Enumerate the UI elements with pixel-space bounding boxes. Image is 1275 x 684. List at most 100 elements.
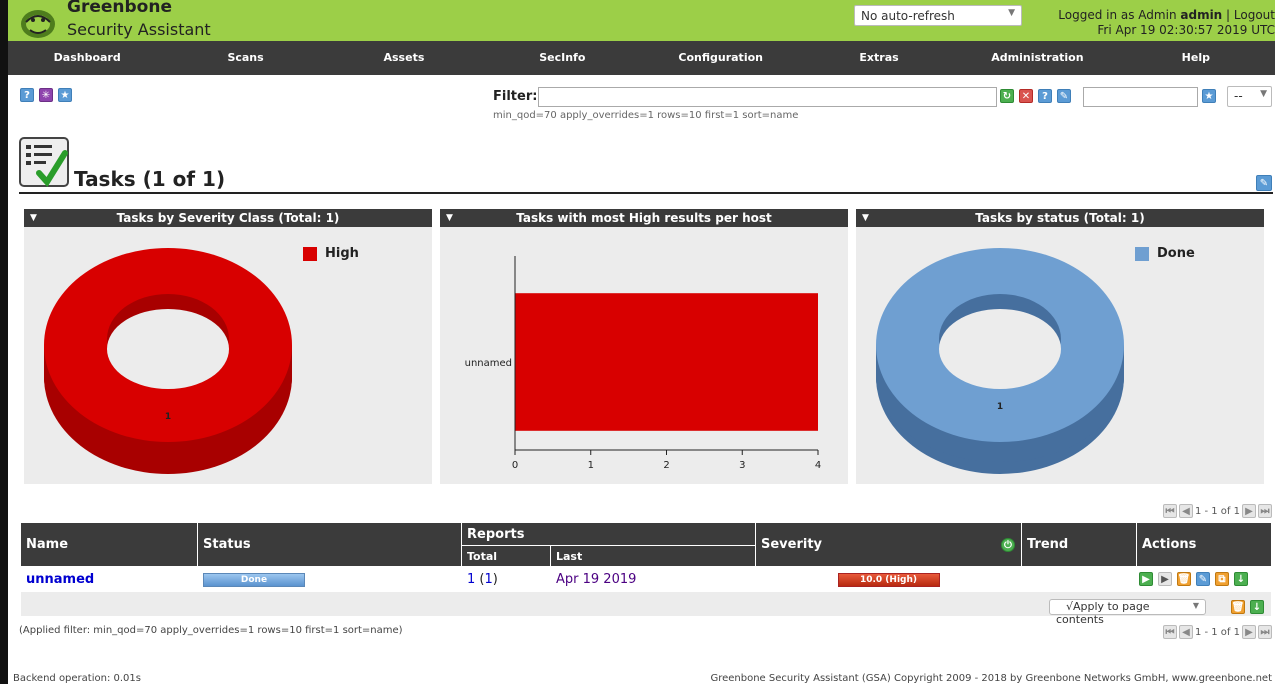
pager-range: 1 - 1 of 1 [1194,626,1240,638]
severity-donut-panel: ▼ Tasks by Severity Class (Total: 1) 1 H… [24,209,432,484]
resume-icon[interactable]: ▶ [1158,572,1172,586]
filter-select-value: -- [1234,89,1243,103]
column-header-name[interactable]: Name [20,522,198,567]
last-page-icon[interactable]: ⏭ [1258,504,1272,518]
task-name-link[interactable]: unnamed [26,572,94,587]
left-edge-bar [0,0,8,684]
table-row: unnamed Done 1 (1) Apr 19 2019 10.0 (Hig… [20,566,1272,592]
donut-slice-label: 1 [997,402,1003,412]
edit-icon[interactable]: ✎ [1196,572,1210,586]
nav-assets[interactable]: Assets [325,41,483,75]
nav-secinfo[interactable]: SecInfo [483,41,641,75]
panel-header[interactable]: ▼ Tasks by status (Total: 1) [856,209,1264,227]
trend-cell [1021,566,1137,592]
brand-subtitle: Security Assistant [67,20,211,39]
report-last-cell[interactable]: Apr 19 2019 [550,566,756,592]
legend-swatch-done [1135,247,1149,261]
top-header: Greenbone Security Assistant No auto-ref… [8,0,1275,41]
first-page-icon[interactable]: ⏮ [1162,504,1177,518]
logout-link[interactable]: Logout [1234,8,1275,22]
previous-page-icon[interactable]: ◀ [1178,504,1193,518]
backend-operation-time: Backend operation: 0.01s [13,673,141,684]
filter-actions: ↻ ✕ ? ✎ [1000,89,1071,103]
last-page-icon[interactable]: ⏭ [1258,625,1272,639]
bulk-action-value: √Apply to page contents [1056,600,1150,626]
panel-title: Tasks with most High results per host [516,211,772,225]
save-filter-icon[interactable]: ★ [1202,89,1216,103]
auto-refresh-value: No auto-refresh [861,9,955,23]
legend-swatch-high [303,247,317,261]
severity-header-label: Severity [761,537,823,552]
pager-range: 1 - 1 of 1 [1194,505,1240,517]
report-total-link[interactable]: 1 [467,572,475,587]
filter-input[interactable] [538,87,997,107]
column-header-total[interactable]: Total [461,545,551,567]
filter-help-icon[interactable]: ? [1038,89,1052,103]
next-page-icon[interactable]: ▶ [1242,504,1256,518]
start-icon[interactable]: ▶ [1139,572,1153,586]
reset-filter-icon[interactable]: ✕ [1019,89,1033,103]
first-page-icon[interactable]: ⏮ [1162,625,1177,639]
nav-dashboard[interactable]: Dashboard [8,41,166,75]
next-page-icon[interactable]: ▶ [1242,625,1256,639]
pager-bottom: ⏮ ◀ 1 - 1 of 1 ▶ ⏭ [1162,625,1272,639]
nav-administration[interactable]: Administration [958,41,1116,75]
filter-select[interactable]: -- ▼ [1227,86,1272,107]
column-header-last[interactable]: Last [550,545,756,567]
status-donut-chart: 1 [876,248,1124,474]
export-icon[interactable]: ↓ [1234,572,1248,586]
column-header-trend[interactable]: Trend [1021,522,1137,567]
bulk-trashcan-icon[interactable]: 🗑 [1231,600,1245,614]
previous-page-icon[interactable]: ◀ [1178,625,1193,639]
applied-filter-note: (Applied filter: min_qod=70 apply_overri… [19,625,403,636]
current-datetime: Fri Apr 19 02:30:57 2019 UTC [1097,23,1275,37]
trashcan-icon[interactable]: 🗑 [1177,572,1191,586]
collapse-arrow-icon[interactable]: ▼ [446,209,453,227]
collapse-arrow-icon[interactable]: ▼ [862,209,869,227]
nav-help[interactable]: Help [1117,41,1275,75]
task-name-cell: unnamed [20,566,198,592]
collapse-arrow-icon[interactable]: ▼ [30,209,37,227]
help-icon[interactable]: ? [20,88,34,102]
filter-name-input[interactable] [1083,87,1198,107]
edit-filter-icon[interactable]: ✎ [1057,89,1071,103]
login-info: Logged in as Admin admin | Logout [1058,8,1275,22]
title-divider [19,192,1273,194]
filter-string: min_qod=70 apply_overrides=1 rows=10 fir… [493,110,799,121]
nav-configuration[interactable]: Configuration [642,41,800,75]
clone-icon[interactable]: ⧉ [1215,572,1229,586]
bulk-export-icon[interactable]: ↓ [1250,600,1264,614]
main-nav: Dashboard Scans Assets SecInfo Configura… [8,41,1275,75]
column-header-severity[interactable]: Severity ⏻ [755,522,1022,567]
new-task-icon[interactable]: ★ [58,88,72,102]
edit-dashboard-icon[interactable]: ✎ [1256,175,1272,191]
task-status-cell: Done [197,566,462,592]
severity-cell: 10.0 (High) [755,566,1022,592]
username-link[interactable]: admin [1180,8,1222,22]
status-donut-panel: ▼ Tasks by status (Total: 1) 1 Done [856,209,1264,484]
legend-label-high: High [325,246,359,261]
greenbone-logo-icon [21,10,55,38]
filter-label-text: Filter [493,89,533,104]
donut-slice-label: 1 [165,412,171,422]
new-task-wizard-icon[interactable]: ✳ [39,88,53,102]
nav-scans[interactable]: Scans [166,41,324,75]
bulk-action-select[interactable]: √Apply to page contents ▼ [1049,599,1206,626]
panel-header[interactable]: ▼ Tasks by Severity Class (Total: 1) [24,209,432,227]
bar-unnamed[interactable] [515,293,818,431]
column-header-actions: Actions [1136,522,1272,567]
legend-label-done: Done [1157,246,1195,261]
report-total-finished-link[interactable]: 1 [485,572,493,587]
column-header-status[interactable]: Status [197,522,462,567]
panel-title: Tasks by status (Total: 1) [975,211,1145,225]
refresh-icon[interactable]: ↻ [1000,89,1014,103]
nav-extras[interactable]: Extras [800,41,958,75]
chevron-down-icon: ▼ [1192,601,1199,610]
panel-header[interactable]: ▼ Tasks with most High results per host [440,209,848,227]
overrides-toggle-icon[interactable]: ⏻ [1001,538,1015,552]
page-title: Tasks (1 of 1) [74,167,226,191]
status-progress-bar[interactable]: Done [203,573,305,587]
brand-name: Greenbone [67,0,172,17]
auto-refresh-select[interactable]: No auto-refresh ▼ [854,5,1022,26]
toolbar: ? ✳ ★ [20,88,72,102]
